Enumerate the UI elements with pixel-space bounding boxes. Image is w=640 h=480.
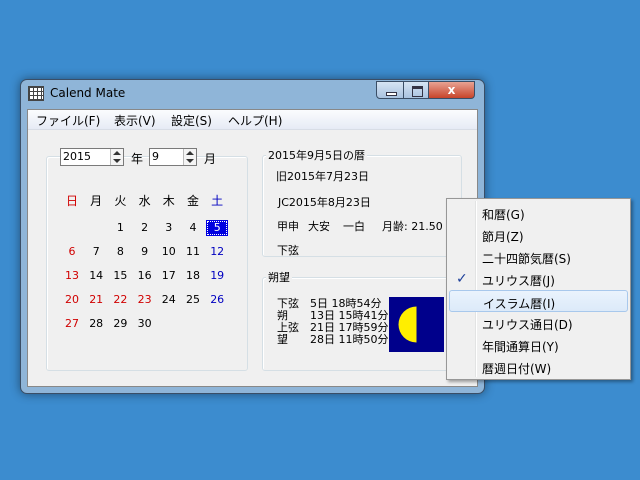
calendar-day[interactable]: 27	[61, 316, 83, 332]
menu-item-label: 和暦(G)	[482, 208, 525, 222]
menu-item-3[interactable]: 二十四節気暦(S)	[449, 246, 628, 268]
menu-item-label: 節月(Z)	[482, 230, 524, 244]
year-spin-buttons[interactable]	[110, 149, 123, 165]
menu-item-6[interactable]: ユリウス通日(D)	[449, 312, 628, 334]
minimize-button[interactable]	[376, 81, 404, 99]
menu-item-8[interactable]: 暦週日付(W)	[449, 356, 628, 378]
weekday-header: 金	[186, 194, 199, 208]
minimize-icon	[386, 92, 397, 96]
old-calendar-date: 旧2015年7月23日	[276, 170, 369, 183]
menu-item-4[interactable]: ✓ ユリウス暦(J)	[449, 268, 628, 290]
calendar-day[interactable]: 2	[134, 220, 156, 236]
sakubo-title: 朔望	[266, 269, 292, 285]
close-button[interactable]: x	[428, 81, 475, 99]
calendar-day[interactable]: 26	[206, 292, 228, 308]
calendar-app-icon[interactable]	[28, 86, 44, 101]
spin-down-icon[interactable]	[186, 159, 194, 163]
moon-phase-today: 下弦	[277, 244, 299, 257]
calendar-day[interactable]: 7	[85, 244, 107, 260]
maximize-button[interactable]	[403, 81, 429, 99]
menu-item-1[interactable]: 和暦(G)	[449, 202, 628, 224]
calendar-day[interactable]: 11	[182, 244, 204, 260]
rokuyo: 大安	[308, 220, 330, 233]
calendar-day[interactable]: 21	[85, 292, 107, 308]
app-window[interactable]: Calend Mate x ファイル(F) 表示(V) 設定(S) ヘルプ(H)…	[20, 79, 485, 394]
calendar-day[interactable]: 30	[134, 316, 156, 332]
calendar-day[interactable]: 9	[134, 244, 156, 260]
weekday-header: 月	[90, 194, 103, 208]
window-title: Calend Mate	[50, 86, 126, 100]
menu-settings[interactable]: 設定(S)	[171, 112, 212, 129]
menu-view[interactable]: 表示(V)	[114, 112, 156, 129]
menu-item-label: イスラム暦(I)	[483, 297, 556, 311]
moon-phase-image	[389, 297, 444, 352]
weekday-header: 木	[162, 194, 175, 208]
moon-lit-part	[398, 306, 417, 343]
calendar-day[interactable]: 4	[182, 220, 204, 236]
moon-icon	[398, 306, 417, 343]
calendar-day[interactable]: 5	[206, 220, 229, 236]
sakubo-phase-time: 28日 11時50分	[310, 333, 389, 346]
month-value: 9	[152, 150, 159, 163]
calendar-day[interactable]: 14	[85, 268, 107, 284]
menu-item-5[interactable]: イスラム暦(I)	[449, 290, 628, 312]
calendar-day[interactable]: 10	[158, 244, 180, 260]
calendar-group	[46, 156, 248, 371]
spin-up-icon[interactable]	[186, 151, 194, 155]
menu-item-label: ユリウス通日(D)	[482, 318, 573, 332]
julian-date: JC2015年8月23日	[278, 196, 371, 209]
year-spinner[interactable]: 2015	[60, 148, 124, 166]
koyomi-title: 2015年9月5日の暦	[266, 147, 367, 163]
calendar-day[interactable]: 24	[158, 292, 180, 308]
menu-item-7[interactable]: 年間通算日(Y)	[449, 334, 628, 356]
checkmark-icon: ✓	[456, 271, 468, 287]
moon-age: 月齢: 21.50	[382, 220, 443, 233]
menu-bar: ファイル(F) 表示(V) 設定(S) ヘルプ(H)	[28, 110, 477, 130]
menu-item-label: 年間通算日(Y)	[482, 340, 559, 354]
weekday-header: 火	[114, 194, 127, 208]
calendar-day[interactable]: 1	[109, 220, 131, 236]
calendar-day[interactable]: 13	[61, 268, 83, 284]
weekday-header: 日	[65, 194, 78, 208]
title-bar[interactable]: Calend Mate x	[21, 80, 484, 107]
calendar-day[interactable]: 25	[182, 292, 204, 308]
sakubo-phase-name: 望	[277, 333, 288, 346]
spin-up-icon[interactable]	[113, 151, 121, 155]
calendar-day[interactable]: 20	[61, 292, 83, 308]
month-label: 月	[204, 152, 217, 166]
calendar-day[interactable]: 6	[61, 244, 83, 260]
calendar-day[interactable]: 12	[206, 244, 228, 260]
calendar-day[interactable]: 15	[109, 268, 131, 284]
calendar-type-menu: 和暦(G) 節月(Z) 二十四節気暦(S) ✓ ユリウス暦(J) イスラム暦(I) ユリウス…	[446, 198, 631, 380]
calendar-day[interactable]: 8	[109, 244, 131, 260]
menu-item-label: 暦週日付(W)	[482, 362, 552, 376]
calendar-day[interactable]: 23	[134, 292, 156, 308]
calendar-day[interactable]: 3	[158, 220, 180, 236]
menu-file[interactable]: ファイル(F)	[36, 112, 100, 129]
calendar-day[interactable]: 18	[182, 268, 204, 284]
weekday-header: 水	[138, 194, 151, 208]
calendar-day[interactable]: 17	[158, 268, 180, 284]
month-spin-buttons[interactable]	[183, 149, 196, 165]
calendar-day[interactable]: 28	[85, 316, 107, 332]
year-label: 年	[131, 152, 144, 166]
kanshi: 甲申	[277, 220, 299, 233]
month-spinner[interactable]: 9	[149, 148, 197, 166]
kyusei: 一白	[343, 220, 365, 233]
menu-item-label: 二十四節気暦(S)	[482, 252, 571, 266]
calendar-day[interactable]: 19	[206, 268, 228, 284]
client-area: ファイル(F) 表示(V) 設定(S) ヘルプ(H) 2015 年 9 月 日月…	[27, 109, 478, 387]
menu-item-label: ユリウス暦(J)	[482, 274, 555, 288]
calendar-day[interactable]: 22	[109, 292, 131, 308]
menu-item-2[interactable]: 節月(Z)	[449, 224, 628, 246]
year-value: 2015	[63, 150, 91, 163]
maximize-icon	[412, 86, 423, 97]
spin-down-icon[interactable]	[113, 159, 121, 163]
weekday-header: 土	[211, 194, 224, 208]
calendar-day[interactable]: 29	[109, 316, 131, 332]
menu-help[interactable]: ヘルプ(H)	[228, 112, 282, 129]
calendar-day[interactable]: 16	[134, 268, 156, 284]
